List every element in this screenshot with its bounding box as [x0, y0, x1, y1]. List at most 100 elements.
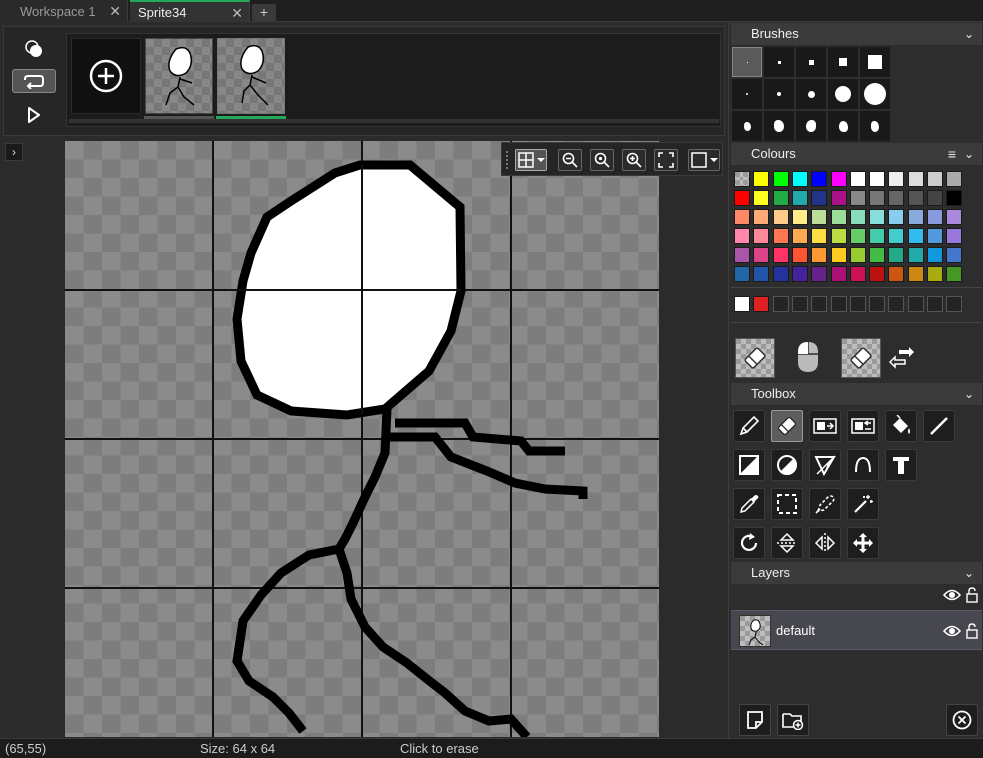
colour-swatch[interactable]	[830, 171, 847, 187]
colours-header[interactable]: Colours ≡ ⌄	[731, 143, 982, 165]
colour-swatch[interactable]	[907, 190, 924, 206]
colour-swatch[interactable]	[791, 171, 808, 187]
colour-swatch[interactable]	[772, 171, 789, 187]
colour-swatch[interactable]	[734, 209, 750, 225]
colour-swatch[interactable]	[927, 266, 943, 282]
colour-swatch[interactable]	[907, 266, 924, 282]
colour-swatch[interactable]	[734, 190, 750, 206]
drawing-canvas[interactable]	[65, 141, 659, 737]
colour-swatch[interactable]	[753, 209, 770, 225]
brush-round-5[interactable]	[860, 79, 890, 109]
colour-swatch[interactable]	[946, 247, 963, 263]
text-tool[interactable]	[885, 449, 917, 481]
colour-swatch[interactable]	[849, 171, 866, 187]
colour-swatch[interactable]	[830, 228, 847, 244]
colour-swatch[interactable]	[791, 247, 808, 263]
brush-round-1[interactable]	[732, 79, 762, 109]
frame-thumbnail[interactable]	[145, 38, 213, 114]
tab-sprite[interactable]: Sprite34 ✕	[130, 0, 250, 22]
rotate-tool[interactable]	[733, 527, 765, 559]
colour-swatch[interactable]	[830, 209, 847, 225]
empty-colour-slot[interactable]	[830, 296, 847, 312]
colour-swatch[interactable]	[888, 247, 905, 263]
empty-colour-slot[interactable]	[869, 296, 886, 312]
drag-handle[interactable]	[506, 151, 510, 169]
colour-swatch[interactable]	[734, 247, 750, 263]
pencil-tool[interactable]	[733, 410, 765, 442]
empty-colour-slot[interactable]	[791, 296, 808, 312]
menu-icon[interactable]: ≡	[948, 143, 956, 165]
brush-custom-1[interactable]	[732, 111, 762, 141]
brush-2px[interactable]	[764, 47, 794, 77]
flip-horizontal-tool[interactable]	[809, 527, 841, 559]
lasso-tool[interactable]	[809, 488, 841, 520]
toolbox-header[interactable]: Toolbox ⌄	[731, 383, 982, 405]
colour-swatch[interactable]	[811, 228, 828, 244]
colour-swatch[interactable]	[772, 209, 789, 225]
colour-swatch[interactable]	[869, 228, 886, 244]
zoom-out-button[interactable]	[558, 149, 582, 171]
colour-picker-tool[interactable]	[733, 488, 765, 520]
background-toggle-button[interactable]	[688, 149, 720, 171]
colour-swatch[interactable]	[753, 190, 770, 206]
brush-custom-3[interactable]	[796, 111, 826, 141]
colour-swatch[interactable]	[946, 190, 963, 206]
all-layers-visibility-button[interactable]	[942, 588, 962, 605]
colour-swatch[interactable]	[907, 209, 924, 225]
colour-swatch[interactable]	[849, 247, 866, 263]
colour-swatch[interactable]	[734, 266, 750, 282]
polygon-tool[interactable]	[809, 449, 841, 481]
brush-round-3[interactable]	[796, 79, 826, 109]
close-icon[interactable]: ✕	[231, 5, 243, 22]
select-tool[interactable]	[771, 488, 803, 520]
colour-swatch[interactable]	[772, 228, 789, 244]
new-layer-folder-button[interactable]	[777, 704, 809, 736]
line-tool[interactable]	[923, 410, 955, 442]
colour-swatch[interactable]	[811, 266, 828, 282]
colour-swap-tool[interactable]	[847, 410, 879, 442]
colour-swatch[interactable]	[849, 209, 866, 225]
colour-swatch[interactable]	[946, 171, 963, 187]
chevron-down-icon[interactable]: ⌄	[964, 143, 974, 165]
chevron-down-icon[interactable]: ⌄	[964, 562, 974, 584]
magic-wand-tool[interactable]	[847, 488, 879, 520]
colour-swatch[interactable]	[830, 247, 847, 263]
brush-round-4[interactable]	[828, 79, 858, 109]
custom-colour-swatch[interactable]	[734, 296, 750, 312]
layer-row[interactable]: default	[731, 610, 982, 650]
colour-swatch[interactable]	[791, 266, 808, 282]
empty-colour-slot[interactable]	[888, 296, 905, 312]
all-layers-lock-button[interactable]	[965, 587, 979, 606]
colour-swatch[interactable]	[811, 171, 828, 187]
brush-custom-2[interactable]	[764, 111, 794, 141]
frame-thumbnail-active[interactable]	[217, 38, 285, 114]
layer-visibility-button[interactable]	[942, 624, 962, 641]
colour-swatch[interactable]	[734, 228, 750, 244]
close-icon[interactable]: ✕	[109, 3, 121, 20]
colour-swatch[interactable]	[927, 247, 943, 263]
layer-lock-button[interactable]	[965, 623, 979, 642]
colour-swatch[interactable]	[888, 171, 905, 187]
brush-round-2[interactable]	[764, 79, 794, 109]
colour-swatch[interactable]	[888, 228, 905, 244]
colour-swatch[interactable]	[927, 171, 943, 187]
custom-colour-swatch[interactable]	[753, 296, 770, 312]
chevron-down-icon[interactable]: ⌄	[964, 383, 974, 405]
colour-swatch[interactable]	[830, 266, 847, 282]
empty-colour-slot[interactable]	[811, 296, 828, 312]
brush-1px[interactable]	[732, 47, 762, 77]
layers-header[interactable]: Layers ⌄	[731, 562, 982, 584]
colour-swatch[interactable]	[753, 171, 770, 187]
loop-button[interactable]	[12, 69, 56, 93]
frame-scrollbar[interactable]	[69, 119, 719, 123]
colour-swatch[interactable]	[869, 171, 886, 187]
colour-swatch[interactable]	[753, 228, 770, 244]
fit-screen-button[interactable]	[654, 149, 678, 171]
colour-swatch[interactable]	[907, 247, 924, 263]
ellipse-tool[interactable]	[771, 449, 803, 481]
brush-5px[interactable]	[860, 47, 890, 77]
tab-workspace[interactable]: Workspace 1 ✕	[0, 0, 128, 22]
brushes-header[interactable]: Brushes ⌄	[731, 23, 982, 45]
colour-swatch[interactable]	[849, 266, 866, 282]
colour-swatch[interactable]	[791, 228, 808, 244]
